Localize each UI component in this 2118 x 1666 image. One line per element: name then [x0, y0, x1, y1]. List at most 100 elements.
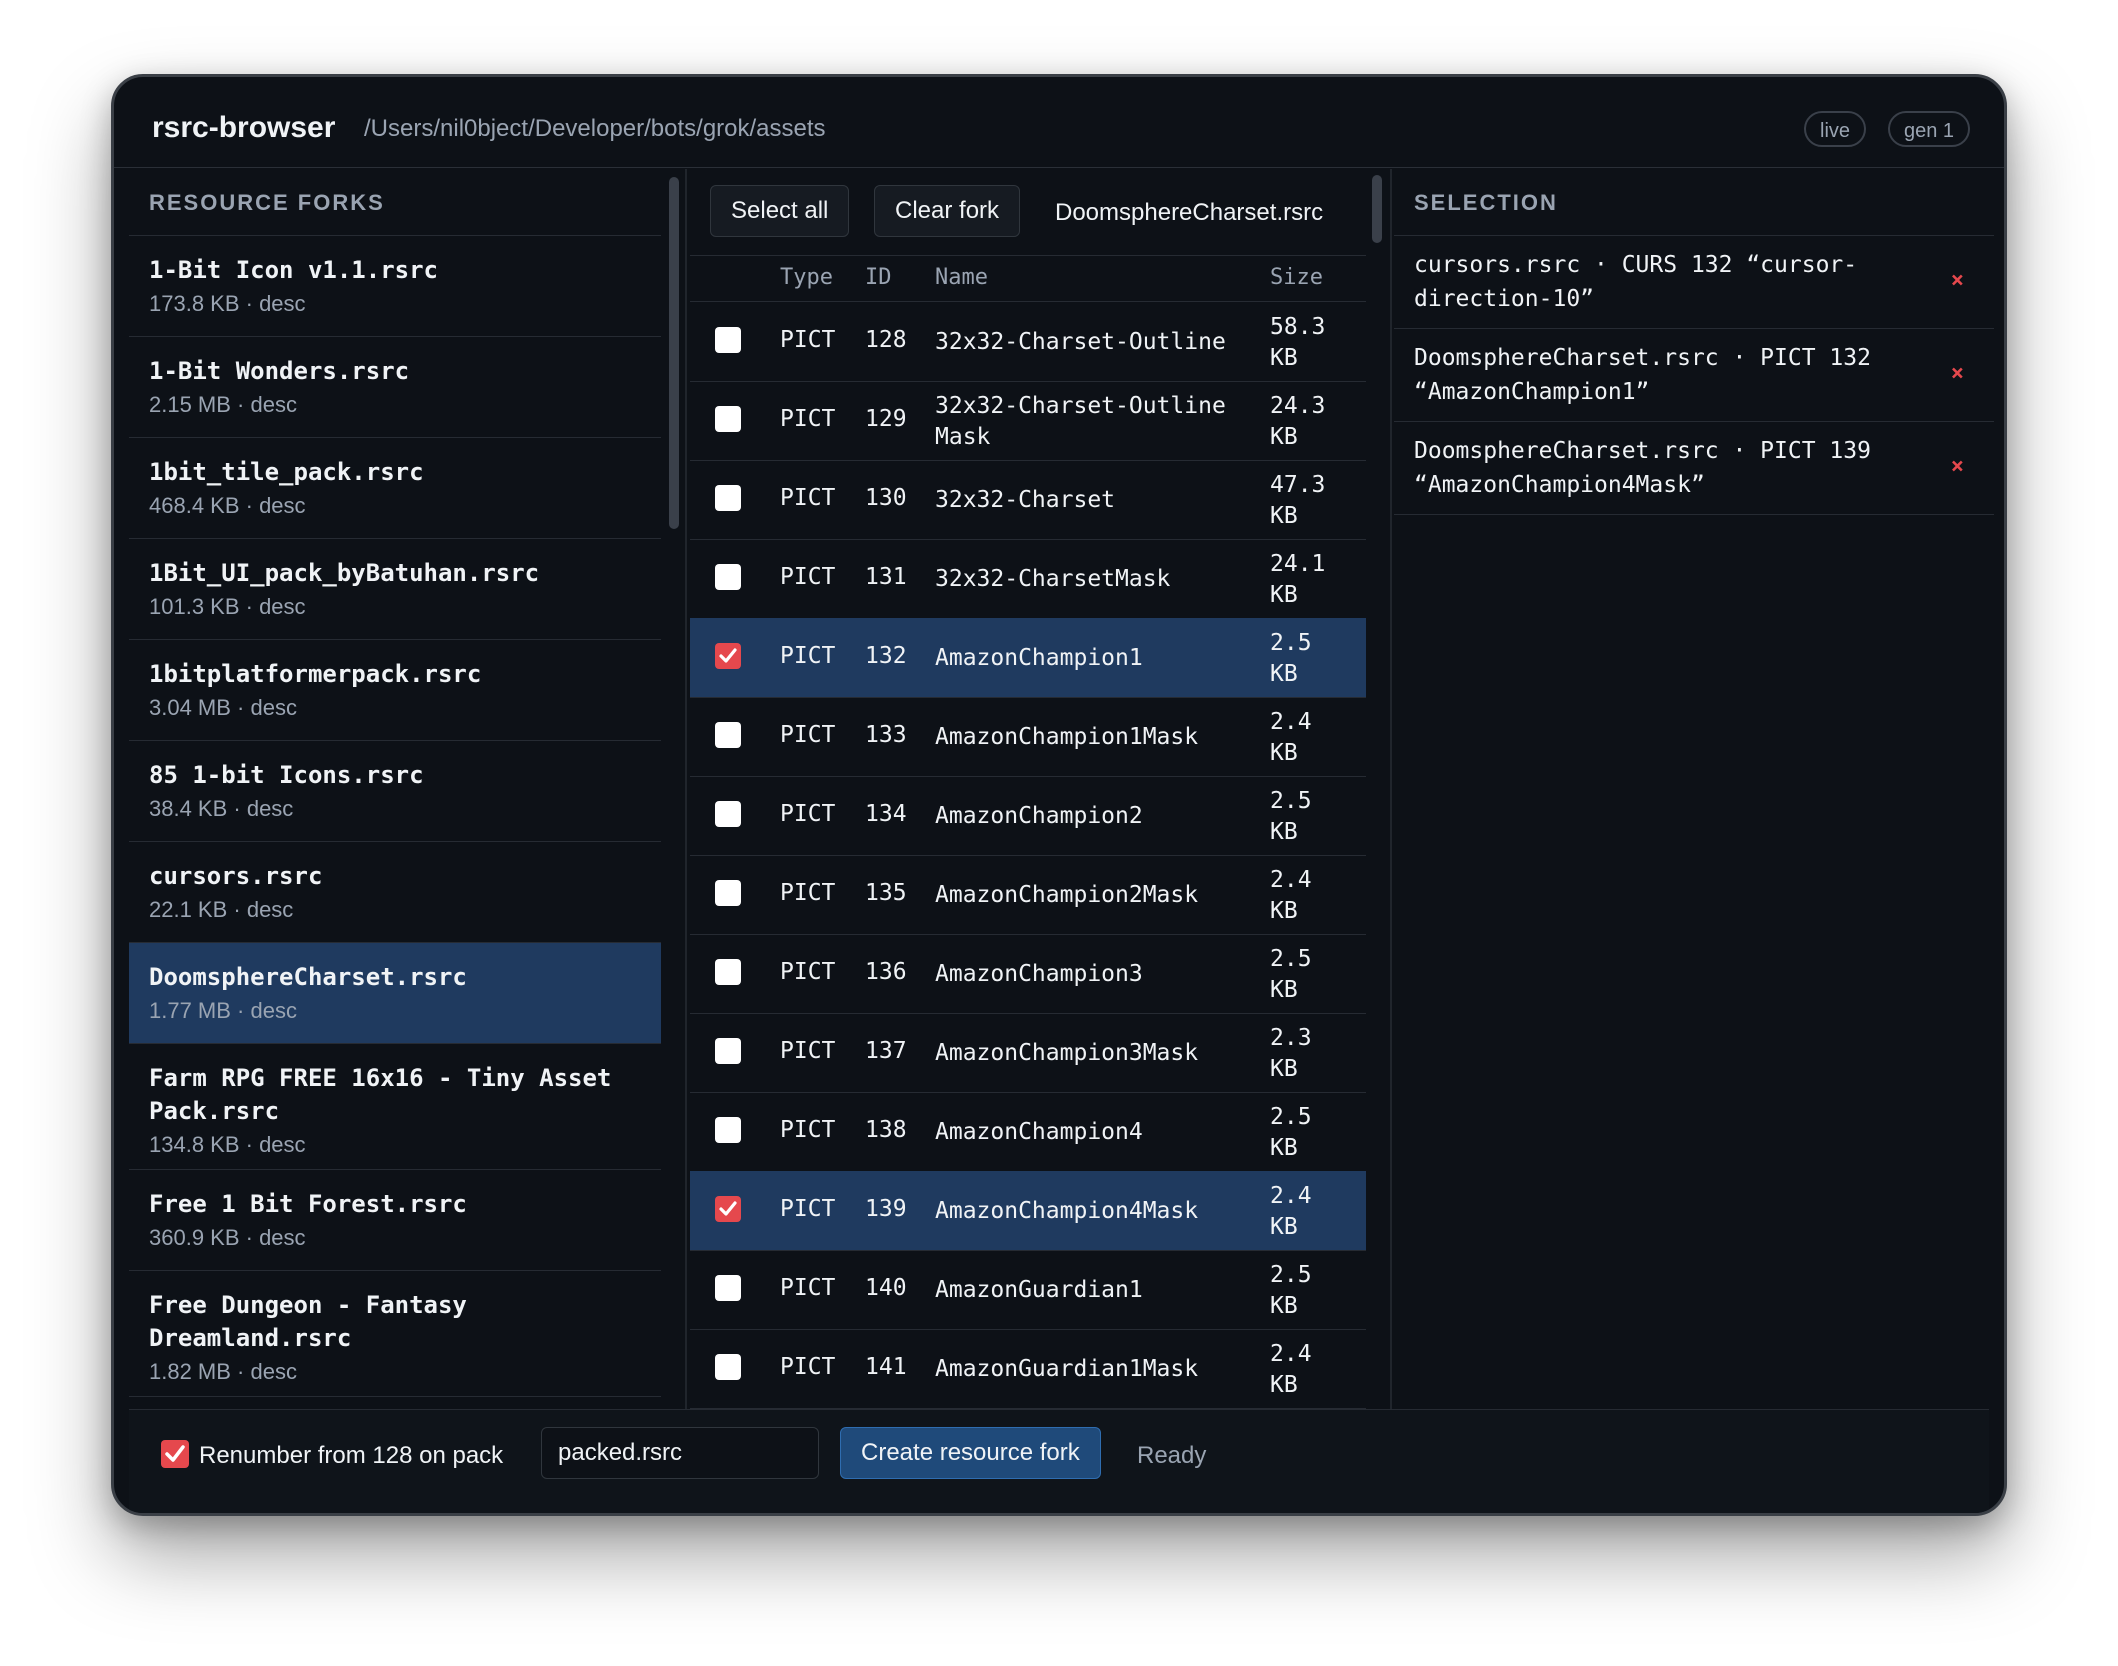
- fork-name: 85 1-bit Icons.rsrc: [149, 761, 424, 789]
- table-row[interactable]: PICT 134 AmazonChampion2 2.5 KB: [690, 776, 1366, 856]
- fork-item[interactable]: 1Bit_UI_pack_byBatuhan.rsrc 101.3 KB · de…: [129, 539, 661, 640]
- selection-item-label: cursors.rsrc · CURS 132 “cursor-directio…: [1414, 252, 1858, 312]
- table-row[interactable]: PICT 138 AmazonChampion4 2.5 KB: [690, 1092, 1366, 1172]
- row-checkbox[interactable]: [715, 643, 741, 669]
- table-row[interactable]: PICT 139 AmazonChampion4Mask 2.4 KB: [690, 1171, 1366, 1251]
- row-size: 2.5 KB: [1270, 1262, 1312, 1319]
- table-row[interactable]: PICT 132 AmazonChampion1 2.5 KB: [690, 618, 1366, 698]
- row-name: AmazonChampion1: [935, 645, 1143, 671]
- renumber-label[interactable]: Renumber from 128 on pack: [199, 1442, 503, 1470]
- table-row[interactable]: PICT 131 32x32-CharsetMask 24.1 KB: [690, 539, 1366, 619]
- checkmark-icon: [719, 648, 737, 663]
- row-checkbox[interactable]: [715, 1354, 741, 1380]
- fork-meta: 1.77 MB · desc: [149, 998, 297, 1023]
- column-size[interactable]: Size: [1270, 265, 1323, 290]
- table-row[interactable]: PICT 136 AmazonChampion3 2.5 KB: [690, 934, 1366, 1014]
- row-checkbox[interactable]: [715, 801, 741, 827]
- table-row[interactable]: PICT 140 AmazonGuardian1 2.5 KB: [690, 1250, 1366, 1330]
- fork-item[interactable]: Farm RPG FREE 16x16 - Tiny Asset Pack.rs…: [129, 1044, 661, 1170]
- row-checkbox[interactable]: [715, 1275, 741, 1301]
- row-checkbox[interactable]: [715, 485, 741, 511]
- column-id[interactable]: ID: [865, 265, 892, 290]
- forks-scrollbar[interactable]: [669, 177, 679, 529]
- row-checkbox[interactable]: [715, 880, 741, 906]
- fork-meta: 134.8 KB · desc: [149, 1132, 306, 1157]
- column-name[interactable]: Name: [935, 265, 988, 290]
- fork-item[interactable]: 1-Bit Icon v1.1.rsrc 173.8 KB · desc: [129, 236, 661, 337]
- row-id: 139: [865, 1196, 907, 1222]
- row-name: AmazonChampion4: [935, 1119, 1143, 1145]
- table-row[interactable]: PICT 141 AmazonGuardian1Mask 2.4 KB: [690, 1329, 1366, 1409]
- fork-name: Free 1 Bit Forest.rsrc: [149, 1190, 467, 1218]
- table-row[interactable]: PICT 137 AmazonChampion3Mask 2.3 KB: [690, 1013, 1366, 1093]
- create-resource-fork-button[interactable]: Create resource fork: [840, 1427, 1101, 1479]
- row-type: PICT: [780, 564, 836, 590]
- fork-name: cursors.rsrc: [149, 862, 323, 890]
- row-name: AmazonChampion3: [935, 961, 1143, 987]
- row-checkbox[interactable]: [715, 959, 741, 985]
- row-name: AmazonChampion2: [935, 803, 1143, 829]
- fork-item[interactable]: Free Dungeon - Fantasy Dreamland.rsrc 1.8…: [129, 1271, 661, 1397]
- row-checkbox[interactable]: [715, 327, 741, 353]
- row-type: PICT: [780, 327, 836, 353]
- row-size: 2.5 KB: [1270, 788, 1312, 845]
- current-path: /Users/nil0bject/Developer/bots/grok/ass…: [364, 115, 826, 142]
- checkmark-icon: [719, 1201, 737, 1216]
- fork-item[interactable]: 1bit_tile_pack.rsrc 468.4 KB · desc: [129, 438, 661, 539]
- table-row[interactable]: PICT 128 32x32-Charset-Outline 58.3 KB: [690, 302, 1366, 382]
- fork-name: Farm RPG FREE 16x16 - Tiny Asset Pack.rs…: [149, 1064, 612, 1125]
- clear-fork-button[interactable]: Clear fork: [874, 185, 1021, 237]
- select-all-button[interactable]: Select all: [710, 185, 850, 237]
- row-size: 47.3 KB: [1270, 472, 1326, 529]
- fork-meta: 468.4 KB · desc: [149, 493, 306, 518]
- row-checkbox[interactable]: [715, 1117, 741, 1143]
- row-type: PICT: [780, 722, 836, 748]
- row-name: AmazonChampion3Mask: [935, 1040, 1199, 1066]
- table-row[interactable]: PICT 130 32x32-Charset 47.3 KB: [690, 460, 1366, 540]
- row-size: 2.4 KB: [1270, 1183, 1312, 1240]
- table-row[interactable]: PICT 129 32x32-Charset-OutlineMask 24.3 KB: [690, 381, 1366, 461]
- fork-item[interactable]: 1-Bit Wonders.rsrc 2.15 MB · desc: [129, 337, 661, 438]
- fork-item[interactable]: Free 1 Bit Forest.rsrc 360.9 KB · desc: [129, 1170, 661, 1271]
- fork-item[interactable]: 1bitplatformerpack.rsrc 3.04 MB · desc: [129, 640, 661, 741]
- remove-x-icon[interactable]: ×: [1951, 357, 1964, 391]
- fork-meta: 38.4 KB · desc: [149, 796, 294, 821]
- row-checkbox[interactable]: [715, 722, 741, 748]
- row-checkbox[interactable]: [715, 1038, 741, 1064]
- fork-meta: 360.9 KB · desc: [149, 1225, 306, 1250]
- row-name: AmazonGuardian1: [935, 1277, 1143, 1303]
- row-type: PICT: [780, 880, 836, 906]
- fork-meta: 1.82 MB · desc: [149, 1359, 297, 1384]
- fork-item[interactable]: DoomsphereCharset.rsrc 1.77 MB · desc: [129, 943, 661, 1044]
- fork-name: 1-Bit Wonders.rsrc: [149, 357, 410, 385]
- table-row[interactable]: PICT 135 AmazonChampion2Mask 2.4 KB: [690, 855, 1366, 935]
- table-scrollbar[interactable]: [1372, 175, 1382, 243]
- fork-name: 1-Bit Icon v1.1.rsrc: [149, 256, 438, 284]
- remove-x-icon[interactable]: ×: [1951, 450, 1964, 484]
- row-id: 129: [865, 406, 907, 432]
- fork-item[interactable]: 85 1-bit Icons.rsrc 38.4 KB · desc: [129, 741, 661, 842]
- fork-name: 1Bit_UI_pack_byBatuhan.rsrc: [149, 559, 540, 587]
- fork-name: DoomsphereCharset.rsrc: [149, 963, 467, 991]
- table-row[interactable]: PICT 133 AmazonChampion1Mask 2.4 KB: [690, 697, 1366, 777]
- row-id: 134: [865, 801, 907, 827]
- row-size: 24.3 KB: [1270, 393, 1326, 450]
- row-size: 2.5 KB: [1270, 946, 1312, 1003]
- fork-item[interactable]: cursors.rsrc 22.1 KB · desc: [129, 842, 661, 943]
- fork-name: 1bit_tile_pack.rsrc: [149, 458, 424, 486]
- row-size: 2.5 KB: [1270, 1104, 1312, 1161]
- row-id: 131: [865, 564, 907, 590]
- renumber-checkbox[interactable]: [161, 1440, 189, 1468]
- fork-meta: 3.04 MB · desc: [149, 695, 297, 720]
- column-type[interactable]: Type: [780, 265, 833, 290]
- generation-badge: gen 1: [1888, 111, 1971, 147]
- output-filename-input[interactable]: [541, 1427, 819, 1479]
- checkmark-icon: [165, 1445, 185, 1462]
- remove-x-icon[interactable]: ×: [1951, 264, 1964, 298]
- row-checkbox[interactable]: [715, 564, 741, 590]
- fork-list: 1-Bit Icon v1.1.rsrc 173.8 KB · desc 1-Bit…: [129, 236, 661, 1397]
- row-checkbox[interactable]: [715, 406, 741, 432]
- row-checkbox[interactable]: [715, 1196, 741, 1222]
- row-name: 32x32-Charset-OutlineMask: [935, 393, 1226, 450]
- row-id: 138: [865, 1117, 907, 1143]
